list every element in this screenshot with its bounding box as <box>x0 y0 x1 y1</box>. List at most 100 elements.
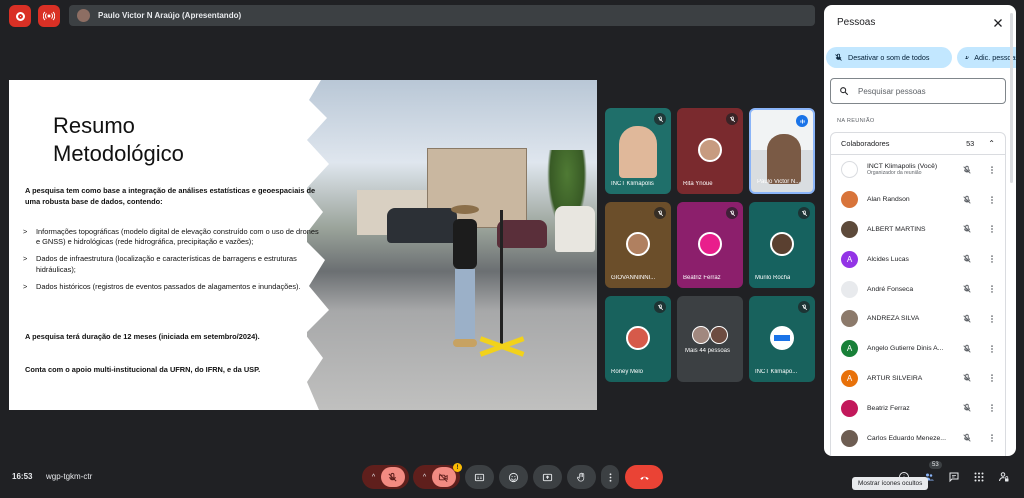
more-vert-icon[interactable] <box>990 284 994 294</box>
participant-name: INCT Klimapolis <box>611 181 654 187</box>
participant-avatar <box>841 429 858 447</box>
slide-heading: Resumo Metodológico <box>53 113 184 166</box>
participant-row-role: Organizador da reunião <box>867 170 922 177</box>
chevron-up-icon[interactable]: ^ <box>418 474 432 481</box>
participant-row[interactable]: A Alcides Lucas <box>831 244 1005 274</box>
close-panel-button[interactable] <box>992 16 1004 28</box>
more-vert-icon[interactable] <box>990 373 994 383</box>
participant-row[interactable]: Alan Randson <box>831 185 1005 215</box>
mic-muted-icon[interactable] <box>962 165 972 175</box>
people-count-badge: 53 <box>929 461 942 469</box>
more-participants-tile[interactable]: Mais 44 pessoas <box>677 296 743 382</box>
slide-duration: A pesquisa terá duração de 12 meses (ini… <box>25 332 260 341</box>
mic-muted-icon[interactable] <box>962 314 972 324</box>
participant-row[interactable]: A ARTUR SILVEIRA <box>831 364 1005 394</box>
participant-row[interactable]: ANDREZA SILVA <box>831 304 1005 334</box>
participant-tile[interactable]: Rita Ynoue <box>677 108 743 194</box>
lock-person-icon <box>999 472 1009 482</box>
mic-muted-icon[interactable] <box>962 403 972 413</box>
host-controls-button[interactable] <box>996 469 1012 485</box>
participant-avatar <box>710 326 728 344</box>
participant-tile[interactable]: Roney Melo <box>605 296 671 382</box>
hang-up-icon <box>639 476 649 480</box>
more-vert-icon[interactable] <box>990 254 994 264</box>
meeting-time: 16:53 <box>12 472 33 481</box>
apps-icon <box>974 472 984 482</box>
mic-muted-icon[interactable] <box>962 195 972 205</box>
more-vert-icon[interactable] <box>990 165 994 175</box>
more-vert-icon[interactable] <box>990 314 994 324</box>
participant-row-text: INCT Klimapolis (Você) Organizador da reu… <box>867 163 957 176</box>
mic-muted-icon[interactable] <box>962 284 972 294</box>
search-people-input[interactable]: Pesquisar pessoas <box>830 78 1006 104</box>
slide-bullet: Dados de infraestrutura (localização e c… <box>23 254 323 274</box>
activities-button[interactable] <box>971 469 987 485</box>
participant-tile[interactable]: Murilo Rocha <box>749 202 815 288</box>
participant-avatar: A <box>841 250 858 268</box>
participant-row[interactable]: ALBERT MARTINS <box>831 215 1005 245</box>
participant-avatar <box>841 280 858 298</box>
mic-control[interactable]: ^ <box>362 465 409 489</box>
mic-muted-icon <box>798 207 810 219</box>
participant-row-name: ALBERT MARTINS <box>867 225 926 233</box>
mic-muted-icon[interactable] <box>962 224 972 234</box>
participant-tile[interactable]: Beatriz Ferraz <box>677 202 743 288</box>
avatar-initial: A <box>846 254 853 264</box>
chat-button[interactable] <box>946 469 962 485</box>
participant-tile[interactable]: GIOVANNINNI... <box>605 202 671 288</box>
mic-muted-icon[interactable] <box>962 344 972 354</box>
group-header[interactable]: Colaboradores 53 ⌃ <box>831 133 1005 155</box>
more-vert-icon[interactable] <box>990 195 994 205</box>
recording-indicator-button[interactable] <box>9 5 31 27</box>
live-stream-button[interactable] <box>38 5 60 27</box>
mic-muted-icon[interactable] <box>962 373 972 383</box>
participant-tile[interactable]: INCT Klimapo... <box>749 296 815 382</box>
present-icon <box>542 473 553 481</box>
participant-row[interactable]: Carlos Eduardo Meneze... <box>831 423 1005 453</box>
participant-row-text: André Fonseca <box>867 286 957 293</box>
slide-support: Conta com o apoio multi-institucional da… <box>25 365 261 374</box>
participant-row[interactable]: INCT Klimapolis (Você) Organizador da reu… <box>831 155 1005 185</box>
leave-call-button[interactable] <box>625 465 663 489</box>
captions-button[interactable] <box>465 465 494 489</box>
raise-hand-button[interactable] <box>567 465 596 489</box>
mic-muted-icon[interactable] <box>962 254 972 264</box>
more-vert-icon[interactable] <box>990 403 994 413</box>
add-people-button[interactable]: Adic. pessoas <box>957 47 1016 68</box>
participant-name: INCT Klimapo... <box>755 369 798 375</box>
reactions-button[interactable] <box>499 465 528 489</box>
speaking-icon <box>796 115 808 127</box>
mic-muted-icon[interactable] <box>962 433 972 443</box>
meeting-code: wgp-tgkm-ctr <box>46 472 93 481</box>
participant-row-name: ARTUR SILVEIRA <box>867 374 923 382</box>
close-icon <box>994 19 1002 27</box>
more-vert-icon[interactable] <box>990 344 994 354</box>
search-icon <box>840 87 849 96</box>
mic-off-button[interactable] <box>380 467 405 487</box>
camera-warning-badge: ! <box>453 463 462 472</box>
present-button[interactable] <box>533 465 562 489</box>
presenting-bar: Paulo Victor N Araújo (Apresentando) <box>69 5 815 26</box>
participant-name: Rita Ynoue <box>683 181 713 187</box>
presentation-slide: Resumo Metodológico A pesquisa tem como … <box>9 80 597 410</box>
hand-icon <box>577 472 585 482</box>
participant-row[interactable]: A Angelo Gutierre Dinis A... <box>831 334 1005 364</box>
participant-video <box>619 126 657 178</box>
camera-off-button[interactable] <box>431 467 456 487</box>
more-vert-icon[interactable] <box>990 433 994 443</box>
participant-tile[interactable]: INCT Klimapolis <box>605 108 671 194</box>
chevron-up-icon[interactable]: ^ <box>367 474 381 481</box>
participant-tile[interactable]: Paulo Victor N... <box>749 108 815 194</box>
slide-photo <box>307 80 597 410</box>
panel-scrollbar[interactable] <box>1010 13 1013 183</box>
participant-row[interactable]: André Fonseca <box>831 274 1005 304</box>
more-vert-icon[interactable] <box>990 224 994 234</box>
participant-row[interactable]: Beatriz Ferraz <box>831 393 1005 423</box>
participant-avatar <box>626 232 650 256</box>
slide-bullet: Informações topográficas (modelo digital… <box>23 227 323 247</box>
mute-all-button[interactable]: Desativar o som de todos <box>826 47 952 68</box>
participant-row-text: Beatriz Ferraz <box>867 405 957 412</box>
more-options-button[interactable] <box>601 465 619 489</box>
mic-off-icon <box>835 53 842 61</box>
mic-off-icon <box>388 472 397 482</box>
